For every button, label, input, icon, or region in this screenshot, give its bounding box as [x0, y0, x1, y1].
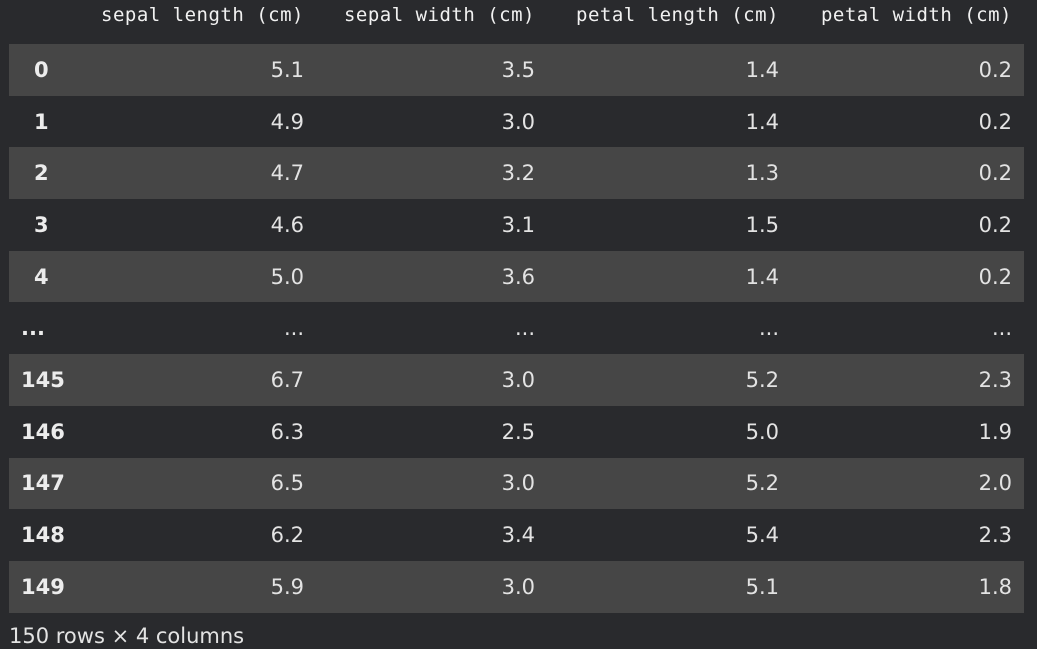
dataframe-output: sepal length (cm) sepal width (cm) petal…	[0, 0, 1037, 649]
table-cell: 3.0	[501, 367, 535, 392]
table-cell: 2.3	[978, 367, 1012, 392]
table-cell: 6.7	[270, 367, 304, 392]
row-index: 4	[34, 264, 49, 289]
table-cell: 3.0	[501, 471, 535, 496]
row-index: 148	[21, 523, 65, 548]
table-row-ellipsis: ... ... ... ... ...	[9, 302, 1024, 355]
table-cell: 1.4	[745, 264, 779, 289]
row-index: 3	[34, 212, 49, 237]
table-cell: 6.2	[270, 523, 304, 548]
table-cell: ...	[991, 316, 1012, 341]
index-header	[9, 0, 69, 44]
table-cell: 1.3	[745, 161, 779, 186]
header-row: sepal length (cm) sepal width (cm) petal…	[9, 0, 1024, 44]
table-cell: 3.0	[501, 574, 535, 599]
table-cell: 1.9	[978, 419, 1012, 444]
table-cell: 5.4	[745, 523, 779, 548]
column-header: petal length (cm)	[576, 4, 779, 26]
table-row: 3 4.6 3.1 1.5 0.2	[9, 199, 1024, 251]
table-cell: 5.0	[745, 419, 779, 444]
table-cell: 5.9	[270, 574, 304, 599]
table-cell: 4.6	[270, 212, 304, 237]
table-cell: 3.1	[501, 212, 535, 237]
table-row: 0 5.1 3.5 1.4 0.2	[9, 44, 1024, 96]
table-cell: 5.2	[745, 471, 779, 496]
dataframe-shape-footer: 150 rows × 4 columns	[9, 624, 245, 648]
table-row: 148 6.2 3.4 5.4 2.3	[9, 509, 1024, 561]
column-header: sepal length (cm)	[101, 4, 304, 26]
table-cell: 2.3	[978, 523, 1012, 548]
table-cell: 0.2	[978, 109, 1012, 134]
table-cell: 6.5	[270, 471, 304, 496]
table-row: 1 4.9 3.0 1.4 0.2	[9, 95, 1024, 148]
row-index: ...	[21, 316, 45, 341]
table-cell: 3.2	[501, 161, 535, 186]
table-cell: 4.7	[270, 161, 304, 186]
column-header: petal width (cm)	[820, 4, 1012, 26]
table-cell: 5.1	[745, 574, 779, 599]
row-index: 0	[34, 57, 49, 82]
table-cell: 3.5	[501, 57, 535, 82]
table-cell: 3.0	[501, 109, 535, 134]
table-cell: 0.2	[978, 212, 1012, 237]
table-cell: 1.4	[745, 57, 779, 82]
row-index: 146	[21, 419, 65, 444]
row-index: 149	[21, 574, 65, 599]
table-cell: 1.8	[978, 574, 1012, 599]
table-cell: 1.4	[745, 109, 779, 134]
table-cell: 5.1	[270, 57, 304, 82]
table-cell: ...	[758, 316, 779, 341]
row-index: 147	[21, 471, 65, 496]
row-index: 145	[21, 367, 65, 392]
table-cell: 3.6	[501, 264, 535, 289]
row-index: 2	[34, 161, 49, 186]
table-row: 2 4.7 3.2 1.3 0.2	[9, 147, 1024, 200]
table-cell: ...	[514, 316, 535, 341]
table-cell: ...	[283, 316, 304, 341]
table-row: 146 6.3 2.5 5.0 1.9	[9, 405, 1024, 458]
table-row: 4 5.0 3.6 1.4 0.2	[9, 250, 1024, 303]
table-row: 149 5.9 3.0 5.1 1.8	[9, 560, 1024, 613]
table-cell: 2.0	[978, 471, 1012, 496]
column-header: sepal width (cm)	[343, 4, 535, 26]
table-row: 147 6.5 3.0 5.2 2.0	[9, 457, 1024, 510]
table-cell: 6.3	[270, 419, 304, 444]
table-cell: 2.5	[501, 419, 535, 444]
table-cell: 5.2	[745, 367, 779, 392]
table-cell: 0.2	[978, 57, 1012, 82]
table-cell: 3.4	[501, 523, 535, 548]
table-row: 145 6.7 3.0 5.2 2.3	[9, 354, 1024, 406]
row-index: 1	[34, 109, 49, 134]
table-cell: 1.5	[745, 212, 779, 237]
table-cell: 0.2	[978, 264, 1012, 289]
dataframe-table: sepal length (cm) sepal width (cm) petal…	[9, 0, 1024, 613]
table-cell: 5.0	[270, 264, 304, 289]
table-cell: 0.2	[978, 161, 1012, 186]
table-cell: 4.9	[270, 109, 304, 134]
